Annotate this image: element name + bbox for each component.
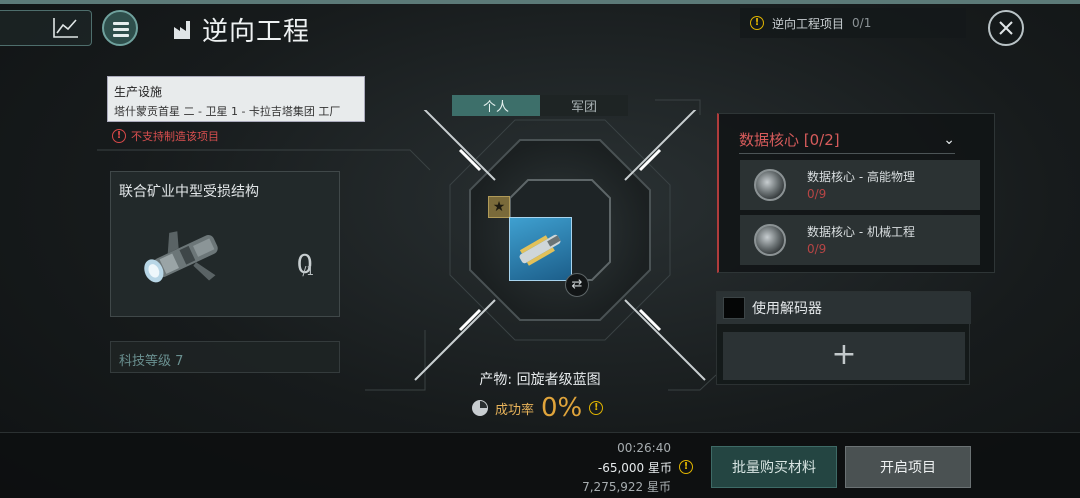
input-item-qty-total: /1 <box>302 264 314 278</box>
tech-level: 科技等级 7 <box>110 341 340 373</box>
data-core-name: 数据核心 - 高能物理 <box>807 170 915 184</box>
product-output: 产物: 回旋者级蓝图 <box>479 372 601 388</box>
warning-icon[interactable]: ! <box>589 401 604 415</box>
factory-icon <box>174 21 190 39</box>
project-duration: 00:26:40 <box>617 441 671 455</box>
chevron-down-icon: ⌄ <box>943 131 955 148</box>
swap-icon[interactable]: ⇄ <box>565 273 589 297</box>
wallet-balance: 7,275,922 星币 <box>582 480 671 494</box>
decoder-checkbox[interactable] <box>723 297 745 319</box>
data-core-icon <box>754 224 786 256</box>
menu-button[interactable] <box>102 10 138 46</box>
warning-icon: ! <box>750 16 764 30</box>
start-project-button[interactable]: 开启项目 <box>845 446 971 488</box>
project-cost: -65,000 星币 <box>597 461 672 475</box>
data-core-name: 数据核心 - 机械工程 <box>807 225 915 239</box>
data-core-qty: 0/9 <box>807 187 827 201</box>
page-title: 逆向工程 <box>202 16 311 47</box>
salvage-structure-icon <box>144 231 218 283</box>
facility-location: 塔什蒙贡首星 二 - 卫星 1 - 卡拉吉塔集团 工厂 <box>114 105 341 118</box>
facility-warning-text: 不支持制造该项目 <box>131 130 219 143</box>
success-rate: 成功率 0% ! <box>472 393 604 423</box>
success-rate-value: 0% <box>541 393 583 423</box>
facility-warning: ! 不支持制造该项目 <box>112 128 219 144</box>
project-count-notice: ! 逆向工程项目 0/1 <box>740 8 966 38</box>
pie-chart-icon <box>472 400 488 416</box>
ship-blueprint-icon <box>519 234 561 266</box>
top-nav <box>0 10 140 46</box>
warning-icon: ! <box>112 129 126 143</box>
data-core-item[interactable]: 数据核心 - 高能物理 0/9 <box>740 160 980 210</box>
menu-icon-bar <box>113 22 129 25</box>
project-count-label: 逆向工程项目 <box>772 16 845 31</box>
data-cores-title: 数据核心 [0/2] <box>739 131 840 149</box>
close-button[interactable] <box>988 10 1024 46</box>
page-header: 逆向工程 <box>172 12 311 47</box>
data-core-icon <box>754 169 786 201</box>
menu-icon-bar <box>113 28 129 31</box>
success-rate-label: 成功率 <box>495 402 535 418</box>
data-core-item[interactable]: 数据核心 - 机械工程 0/9 <box>740 215 980 265</box>
close-icon <box>999 21 1013 35</box>
project-count-value: 0/1 <box>852 16 872 30</box>
menu-icon-bar <box>113 34 129 37</box>
data-core-qty: 0/9 <box>807 242 827 256</box>
input-item-name: 联合矿业中型受损结构 <box>119 184 259 200</box>
data-cores-panel: 数据核心 [0/2] ⌄ 数据核心 - 高能物理 0/9 数据核心 - 机械工程… <box>717 113 995 273</box>
add-decoder-button[interactable]: + <box>723 332 965 380</box>
top-accent-line <box>0 0 1080 4</box>
chart-icon[interactable] <box>52 16 80 40</box>
facility-heading: 生产设施 <box>114 85 163 99</box>
facility-selector[interactable]: 生产设施 塔什蒙贡首星 二 - 卫星 1 - 卡拉吉塔集团 工厂 <box>107 76 365 122</box>
warning-icon[interactable]: ! <box>679 460 693 474</box>
bulk-buy-materials-button[interactable]: 批量购买材料 <box>711 446 837 488</box>
product-blueprint-card[interactable] <box>509 217 572 281</box>
star-icon: ★ <box>488 196 510 218</box>
decoder-label: 使用解码器 <box>752 301 822 317</box>
input-item-card[interactable]: 联合矿业中型受损结构 0 /1 <box>110 171 340 317</box>
decoder-header: 使用解码器 <box>717 292 971 324</box>
data-cores-header[interactable]: 数据核心 [0/2] ⌄ <box>739 126 955 154</box>
decoder-panel: 使用解码器 + <box>716 291 971 385</box>
